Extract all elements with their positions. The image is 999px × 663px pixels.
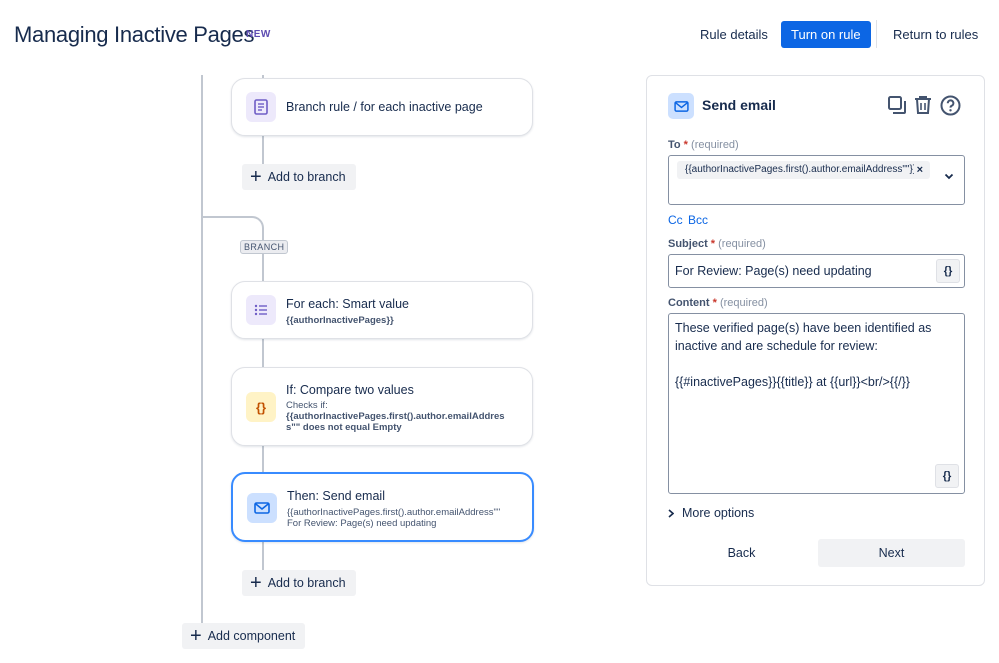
subject-label: Subject * (required)	[668, 238, 766, 250]
content-value: These verified page(s) have been identif…	[675, 321, 932, 389]
connector-line	[262, 254, 264, 282]
connector-line	[262, 542, 264, 570]
subject-value: For Review: Page(s) need updating	[675, 264, 872, 278]
page-title: Managing Inactive Pages	[14, 22, 255, 47]
return-to-rules-button[interactable]: Return to rules	[883, 21, 988, 48]
recipient-chip-text: {{authorInactivePages.first().author.ema…	[685, 164, 917, 175]
content-label: Content * (required)	[668, 297, 768, 309]
page-icon	[246, 92, 276, 122]
send-email-title: Then: Send email	[287, 489, 385, 503]
send-email-subject: For Review: Page(s) need updating	[287, 518, 437, 529]
smart-value-button[interactable]: {}	[936, 259, 960, 283]
recipient-chip: {{authorInactivePages.first().author.ema…	[677, 161, 930, 179]
curly-braces-icon: {}	[246, 392, 276, 422]
chevron-right-icon	[668, 508, 674, 518]
add-component-label: Add component	[207, 629, 296, 643]
send-email-node[interactable]: Then: Send email {{authorInactivePages.f…	[231, 472, 534, 542]
next-button[interactable]: Next	[818, 539, 965, 567]
for-each-title: For each: Smart value	[286, 297, 409, 311]
plus-icon: +	[250, 166, 262, 188]
panel-title: Send email	[702, 97, 776, 113]
plus-icon: +	[250, 572, 262, 594]
send-email-panel: Send email To * (required) {{authorInact…	[646, 75, 985, 586]
branch-label: BRANCH	[240, 240, 289, 254]
more-options-toggle[interactable]: More options	[668, 506, 754, 520]
plus-icon: +	[190, 625, 202, 647]
if-compare-title: If: Compare two values	[286, 383, 414, 397]
connector-line	[262, 339, 264, 368]
if-compare-expression-cont: s"" does not equal Empty	[286, 422, 402, 433]
header: Managing Inactive Pages NEW Rule details…	[0, 0, 999, 70]
list-icon	[246, 295, 276, 325]
send-email-to: {{authorInactivePages.first().author.ema…	[287, 507, 501, 518]
for-each-node[interactable]: For each: Smart value {{authorInactivePa…	[231, 281, 533, 339]
help-icon[interactable]	[939, 94, 961, 116]
if-compare-checks: Checks if:	[286, 400, 328, 411]
turn-on-rule-button[interactable]: Turn on rule	[781, 21, 871, 48]
content-field[interactable]: These verified page(s) have been identif…	[668, 313, 965, 494]
new-badge: NEW	[246, 29, 271, 40]
bcc-link[interactable]: Bcc	[688, 213, 708, 227]
connector-line	[262, 136, 264, 164]
trash-icon[interactable]	[912, 94, 934, 116]
to-label: To * (required)	[668, 139, 739, 151]
back-button[interactable]: Back	[668, 539, 815, 567]
more-options-label: More options	[682, 506, 755, 520]
to-field[interactable]: {{authorInactivePages.first().author.ema…	[668, 155, 965, 205]
branch-rule-node[interactable]: Branch rule / for each inactive page	[231, 78, 533, 136]
header-divider	[876, 20, 877, 48]
add-to-branch-button-2[interactable]: + Add to branch	[242, 570, 356, 596]
connector-line	[262, 446, 264, 473]
mail-icon	[247, 493, 277, 523]
rule-details-button[interactable]: Rule details	[690, 21, 778, 48]
duplicate-icon[interactable]	[886, 94, 908, 116]
connector-line	[201, 75, 203, 627]
add-to-branch-label-2: Add to branch	[267, 576, 346, 590]
add-to-branch-button[interactable]: + Add to branch	[242, 164, 356, 190]
smart-value-button-2[interactable]: {}	[935, 464, 959, 488]
remove-recipient-icon[interactable]: ×	[913, 161, 926, 179]
subject-field[interactable]: For Review: Page(s) need updating {}	[668, 254, 965, 288]
for-each-subtitle: {{authorInactivePages}}	[286, 315, 394, 326]
cc-link[interactable]: Cc	[668, 213, 683, 227]
if-compare-expression: {{authorInactivePages.first().author.ema…	[286, 411, 505, 422]
add-component-button[interactable]: + Add component	[182, 623, 306, 649]
branch-rule-title: Branch rule / for each inactive page	[286, 100, 483, 114]
mail-icon	[668, 93, 694, 119]
chevron-down-icon[interactable]	[944, 173, 954, 180]
add-to-branch-label: Add to branch	[267, 170, 346, 184]
if-compare-node[interactable]: {} If: Compare two values Checks if: {{a…	[231, 367, 533, 446]
